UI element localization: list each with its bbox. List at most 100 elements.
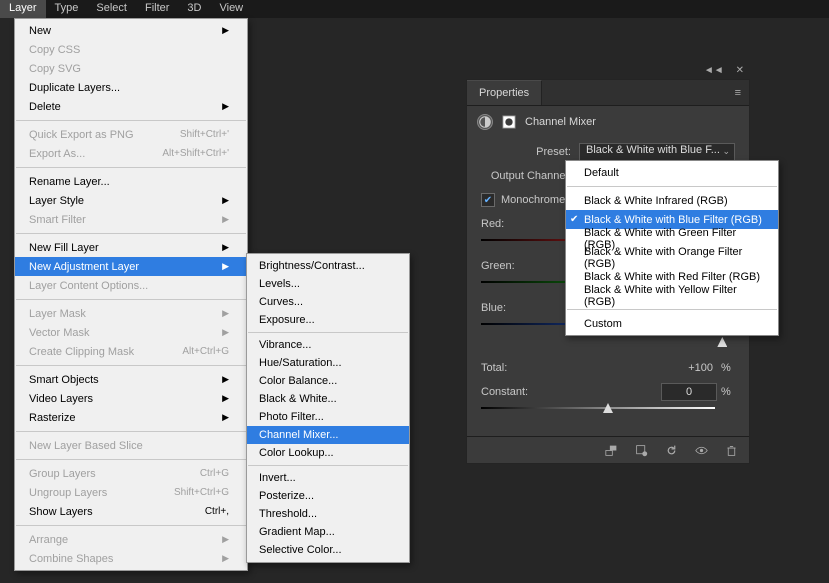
menu-copy-css: Copy CSS xyxy=(15,40,247,59)
menu-item-accel: Alt+Shift+Ctrl+' xyxy=(154,148,229,159)
menu-separator xyxy=(248,332,408,333)
submenu-arrow-icon: ▶ xyxy=(222,393,229,404)
menu-item-accel: Shift+Ctrl+G xyxy=(166,487,229,498)
constant-label: Constant: xyxy=(481,386,661,398)
preset-option-label: Black & White with Blue Filter (RGB) xyxy=(584,214,762,226)
submenu-color-balance[interactable]: Color Balance... xyxy=(247,372,409,390)
submenu-arrow-icon: ▶ xyxy=(222,242,229,253)
submenu-hue-saturation[interactable]: Hue/Saturation... xyxy=(247,354,409,372)
menu-separator xyxy=(16,459,246,460)
new-adjustment-layer-submenu: Brightness/Contrast...Levels...Curves...… xyxy=(246,253,410,563)
constant-input[interactable] xyxy=(661,383,717,401)
menu-item-label: Create Clipping Mask xyxy=(29,346,174,358)
preset-option[interactable]: Black & White with Yellow Filter (RGB) xyxy=(566,286,778,305)
submenu-gradient-map[interactable]: Gradient Map... xyxy=(247,523,409,541)
menu-item-label: Group Layers xyxy=(29,468,192,480)
menu-separator xyxy=(16,525,246,526)
menu-smart-objects[interactable]: Smart Objects▶ xyxy=(15,370,247,389)
visibility-eye-icon[interactable] xyxy=(693,443,709,457)
preset-option-label: Black & White Infrared (RGB) xyxy=(584,195,728,207)
menu-new-adjustment-layer[interactable]: New Adjustment Layer▶ xyxy=(15,257,247,276)
submenu-arrow-icon: ▶ xyxy=(222,412,229,423)
menu-delete[interactable]: Delete▶ xyxy=(15,97,247,116)
menu-item-label: Copy SVG xyxy=(29,63,229,75)
submenu-invert[interactable]: Invert... xyxy=(247,469,409,487)
submenu-levels[interactable]: Levels... xyxy=(247,275,409,293)
submenu-arrow-icon: ▶ xyxy=(222,534,229,545)
menu-item-accel: Shift+Ctrl+' xyxy=(172,129,229,140)
collapse-icon[interactable]: ◄◄ xyxy=(704,65,724,76)
submenu-arrow-icon: ▶ xyxy=(222,195,229,206)
submenu-selective-color[interactable]: Selective Color... xyxy=(247,541,409,559)
preset-option-label: Default xyxy=(584,167,619,179)
submenu-posterize[interactable]: Posterize... xyxy=(247,487,409,505)
menu-new-fill-layer[interactable]: New Fill Layer▶ xyxy=(15,238,247,257)
menu-arrange: Arrange ▶ xyxy=(15,530,247,549)
submenu-brightness-contrast[interactable]: Brightness/Contrast... xyxy=(247,257,409,275)
submenu-arrow-icon: ▶ xyxy=(222,214,229,225)
view-previous-icon[interactable] xyxy=(633,443,649,457)
menubar-view[interactable]: View xyxy=(210,0,252,18)
submenu-arrow-icon: ▶ xyxy=(222,553,229,564)
constant-slider[interactable] xyxy=(481,404,735,412)
menu-group-layers: Group LayersCtrl+G xyxy=(15,464,247,483)
submenu-arrow-icon: ▶ xyxy=(222,308,229,319)
preset-option[interactable]: Default xyxy=(566,163,778,182)
menu-item-label: Combine Shapes xyxy=(29,553,216,565)
preset-option[interactable]: Black & White Infrared (RGB) xyxy=(566,191,778,210)
preset-label: Preset: xyxy=(481,146,579,158)
menu-new[interactable]: New▶ xyxy=(15,21,247,40)
menu-item-label: Layer Style xyxy=(29,195,216,207)
menu-item-label: Video Layers xyxy=(29,393,216,405)
menu-show-layers[interactable]: Show LayersCtrl+, xyxy=(15,502,247,521)
submenu-photo-filter[interactable]: Photo Filter... xyxy=(247,408,409,426)
menu-separator xyxy=(16,167,246,168)
menu-quick-export-as-png: Quick Export as PNGShift+Ctrl+' xyxy=(15,125,247,144)
preset-option[interactable]: Black & White with Orange Filter (RGB) xyxy=(566,248,778,267)
menu-separator xyxy=(16,233,246,234)
check-icon: ✔ xyxy=(570,214,578,225)
reset-icon[interactable] xyxy=(663,443,679,457)
menu-item-accel: Alt+Ctrl+G xyxy=(174,346,229,357)
submenu-exposure[interactable]: Exposure... xyxy=(247,311,409,329)
menubar: LayerTypeSelectFilter3DView xyxy=(0,0,829,18)
menubar-select[interactable]: Select xyxy=(87,0,136,18)
panel-placement-controls: ◄◄ ✕ xyxy=(466,62,750,79)
menu-new-layer-based-slice: New Layer Based Slice xyxy=(15,436,247,455)
red-label: Red: xyxy=(481,218,512,230)
menu-separator xyxy=(16,120,246,121)
menu-item-label: Quick Export as PNG xyxy=(29,129,172,141)
menu-item-label: Rename Layer... xyxy=(29,176,229,188)
menubar-type[interactable]: Type xyxy=(46,0,88,18)
panel-options-icon[interactable]: ≡ xyxy=(727,87,749,99)
menu-item-accel: Ctrl+, xyxy=(197,506,229,517)
menu-layer-style[interactable]: Layer Style ▶ xyxy=(15,191,247,210)
dropdown-separator xyxy=(567,309,777,310)
clip-to-layer-icon[interactable] xyxy=(603,443,619,457)
menu-separator xyxy=(16,299,246,300)
menu-rename-layer[interactable]: Rename Layer... xyxy=(15,172,247,191)
submenu-color-lookup[interactable]: Color Lookup... xyxy=(247,444,409,462)
monochrome-checkbox[interactable]: ✔ xyxy=(481,193,495,207)
menu-video-layers[interactable]: Video Layers ▶ xyxy=(15,389,247,408)
trash-icon[interactable] xyxy=(723,443,739,457)
menu-duplicate-layers[interactable]: Duplicate Layers... xyxy=(15,78,247,97)
close-panel-icon[interactable]: ✕ xyxy=(736,65,744,76)
preset-option[interactable]: Custom xyxy=(566,314,778,333)
menu-item-label: Arrange xyxy=(29,534,216,546)
menubar-filter[interactable]: Filter xyxy=(136,0,178,18)
menubar-layer[interactable]: Layer xyxy=(0,0,46,18)
submenu-black-white[interactable]: Black & White... xyxy=(247,390,409,408)
menu-item-label: Ungroup Layers xyxy=(29,487,166,499)
preset-dropdown[interactable]: Black & White with Blue F... ⌄ xyxy=(579,143,735,161)
submenu-vibrance[interactable]: Vibrance... xyxy=(247,336,409,354)
layer-menu: New▶Copy CSS Copy SVG Duplicate Layers...D… xyxy=(14,18,248,571)
tab-properties[interactable]: Properties xyxy=(467,80,542,105)
adjustment-layer-icon xyxy=(477,114,493,130)
submenu-curves[interactable]: Curves... xyxy=(247,293,409,311)
submenu-threshold[interactable]: Threshold... xyxy=(247,505,409,523)
menubar-3d[interactable]: 3D xyxy=(178,0,210,18)
menu-rasterize[interactable]: Rasterize▶ xyxy=(15,408,247,427)
submenu-channel-mixer[interactable]: Channel Mixer... xyxy=(247,426,409,444)
menu-separator xyxy=(16,365,246,366)
